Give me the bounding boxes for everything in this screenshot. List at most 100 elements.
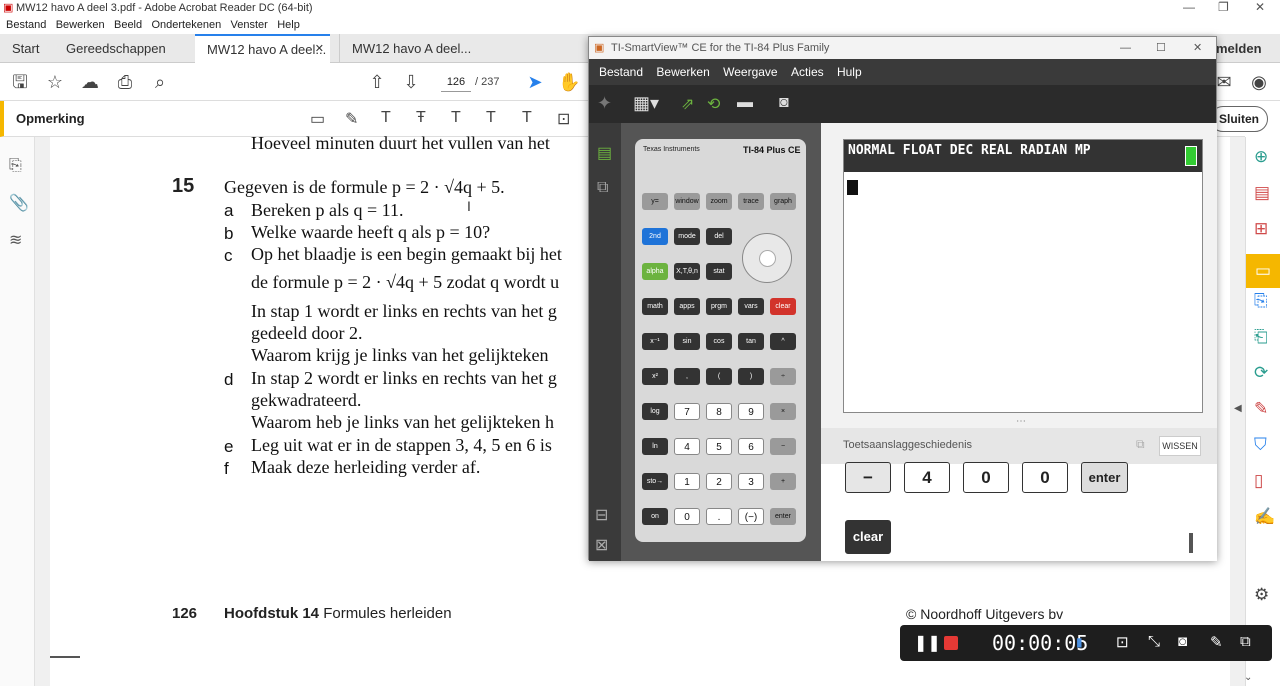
- ti-menu-hulp[interactable]: Hulp: [837, 59, 862, 85]
- calc-key-row9-3[interactable]: 3: [738, 473, 764, 490]
- horizontal-scroll-indicator[interactable]: [50, 656, 80, 658]
- textbox-icon[interactable]: ⊡: [557, 109, 570, 129]
- history-key-minus[interactable]: −: [845, 462, 891, 493]
- calc-key-row6-1[interactable]: ,: [674, 368, 700, 385]
- underline-text-icon[interactable]: T: [381, 109, 391, 127]
- calc-key-row_top-4[interactable]: graph: [770, 193, 796, 210]
- history-scrollbar[interactable]: [1189, 533, 1193, 553]
- calc-key-row8-0[interactable]: ln: [642, 438, 668, 455]
- highlight-icon[interactable]: ✎: [345, 109, 358, 129]
- history-drag-handle[interactable]: ⋯: [1016, 416, 1026, 427]
- calculator-view-icon[interactable]: ▤: [597, 143, 612, 163]
- tab-close-icon[interactable]: ✕: [315, 36, 324, 63]
- history-key-clear[interactable]: clear: [845, 520, 891, 554]
- panel-expand-icon[interactable]: ⊠: [595, 535, 608, 555]
- star-icon[interactable]: ☆: [44, 71, 66, 93]
- calc-key-row4-4[interactable]: clear: [770, 298, 796, 315]
- export-icon[interactable]: ⊞: [1254, 219, 1268, 239]
- ti-menu-weergave[interactable]: Weergave: [723, 59, 777, 85]
- calc-key-row7-2[interactable]: 8: [706, 403, 732, 420]
- menu-ondertekenen[interactable]: Ondertekenen: [151, 19, 221, 31]
- calc-key-row7-0[interactable]: log: [642, 403, 668, 420]
- calc-key-row4-3[interactable]: vars: [738, 298, 764, 315]
- fullscreen-icon[interactable]: ⤡: [1148, 633, 1160, 650]
- page-up-icon[interactable]: ⇧: [366, 71, 388, 93]
- calc-key-row9-2[interactable]: 2: [706, 473, 732, 490]
- hand-icon[interactable]: ✋: [558, 71, 580, 93]
- compare-icon[interactable]: ⎗: [1254, 327, 1268, 347]
- menu-bestand[interactable]: Bestand: [6, 19, 46, 31]
- calc-key-row_top-2[interactable]: zoom: [706, 193, 732, 210]
- copy-icon[interactable]: ⧉: [1136, 437, 1145, 452]
- page-number-input[interactable]: 126: [441, 72, 471, 92]
- calc-key-row8-4[interactable]: −: [770, 438, 796, 455]
- tab-start[interactable]: Start: [0, 34, 50, 63]
- ti-menu-acties[interactable]: Acties: [791, 59, 824, 85]
- window-mode-icon[interactable]: ⧉: [1240, 633, 1251, 650]
- edit-pdf-icon[interactable]: ⎘: [1254, 291, 1268, 311]
- draw-icon[interactable]: ✎: [1210, 633, 1223, 651]
- pause-icon[interactable]: ❚❚: [914, 633, 941, 653]
- menu-venster[interactable]: Venster: [231, 19, 268, 31]
- tab-document-active[interactable]: MW12 havo A deel... ✕: [195, 34, 330, 63]
- calc-key-row_top-0[interactable]: y=: [642, 193, 668, 210]
- sign-icon[interactable]: ✍: [1254, 507, 1275, 527]
- menu-bewerken[interactable]: Bewerken: [56, 19, 105, 31]
- calc-key-row7-1[interactable]: 7: [674, 403, 700, 420]
- ti-menu-bewerken[interactable]: Bewerken: [656, 59, 709, 85]
- close-button[interactable]: Sluiten: [1210, 106, 1268, 132]
- layout-icon[interactable]: ▬: [737, 94, 753, 112]
- calc-key-row3-1[interactable]: X,T,θ,n: [674, 263, 700, 280]
- pages-icon[interactable]: ⎘: [9, 157, 22, 175]
- upload-icon[interactable]: ☁: [79, 71, 101, 93]
- history-key-4[interactable]: 4: [904, 462, 950, 493]
- menu-help[interactable]: Help: [277, 19, 300, 31]
- calc-key-row10-0[interactable]: on: [642, 508, 668, 525]
- organize-icon[interactable]: ▤: [1254, 183, 1270, 203]
- calc-key-row7-3[interactable]: 9: [738, 403, 764, 420]
- calc-key-row8-3[interactable]: 6: [738, 438, 764, 455]
- tab-gereedschappen[interactable]: Gereedschappen: [54, 34, 184, 63]
- calc-key-row5-0[interactable]: x⁻¹: [642, 333, 668, 350]
- document-icon[interactable]: ▯: [1254, 471, 1263, 491]
- calc-key-row10-2[interactable]: .: [706, 508, 732, 525]
- print-icon[interactable]: ⎙: [114, 71, 136, 93]
- calc-key-row3-2[interactable]: stat: [706, 263, 732, 280]
- calc-key-row_top-3[interactable]: trace: [738, 193, 764, 210]
- save-icon[interactable]: 🖫: [9, 71, 31, 93]
- calc-key-row_top-1[interactable]: window: [674, 193, 700, 210]
- ti-menu-bestand[interactable]: Bestand: [599, 59, 643, 85]
- calc-key-row2-1[interactable]: mode: [674, 228, 700, 245]
- history-key-0a[interactable]: 0: [963, 462, 1009, 493]
- select-icon[interactable]: ➤: [524, 71, 546, 93]
- calc-key-row10-1[interactable]: 0: [674, 508, 700, 525]
- zoom-icon[interactable]: ⌕: [149, 71, 171, 93]
- document-view-icon[interactable]: ⧉: [597, 179, 608, 197]
- ti-minimize-icon[interactable]: —: [1120, 37, 1131, 59]
- calc-key-row4-0[interactable]: math: [642, 298, 668, 315]
- history-key-enter[interactable]: enter: [1081, 462, 1128, 493]
- strikethrough-icon[interactable]: Ŧ: [416, 109, 426, 127]
- calc-key-row5-4[interactable]: ^: [770, 333, 796, 350]
- sign-in-link[interactable]: melden: [1210, 34, 1280, 63]
- calc-key-row4-2[interactable]: prgm: [706, 298, 732, 315]
- calc-key-row6-4[interactable]: ÷: [770, 368, 796, 385]
- calc-key-row4-1[interactable]: apps: [674, 298, 700, 315]
- close-icon[interactable]: ✕: [1255, 0, 1265, 14]
- comment-tool-icon[interactable]: ▭: [1246, 254, 1280, 288]
- layers-icon[interactable]: ≋: [9, 230, 22, 250]
- collapse-right-icon[interactable]: ◀: [1234, 403, 1242, 414]
- calc-key-row10-3[interactable]: (−): [738, 508, 764, 525]
- fill-sign-icon[interactable]: ✎: [1254, 399, 1268, 419]
- page-down-icon[interactable]: ⇩: [400, 71, 422, 93]
- arrow-pad[interactable]: [742, 233, 792, 283]
- replace-text-icon[interactable]: T: [451, 109, 461, 127]
- ti-maximize-icon[interactable]: ☐: [1156, 37, 1166, 59]
- sticky-note-icon[interactable]: ▭: [310, 109, 325, 129]
- stop-icon[interactable]: [944, 636, 958, 650]
- calc-key-row2-2[interactable]: del: [706, 228, 732, 245]
- calc-key-row7-4[interactable]: ×: [770, 403, 796, 420]
- protect-icon[interactable]: ⛉: [1254, 435, 1267, 455]
- send-to-calc-icon[interactable]: ⇗: [681, 94, 694, 114]
- calc-key-row5-1[interactable]: sin: [674, 333, 700, 350]
